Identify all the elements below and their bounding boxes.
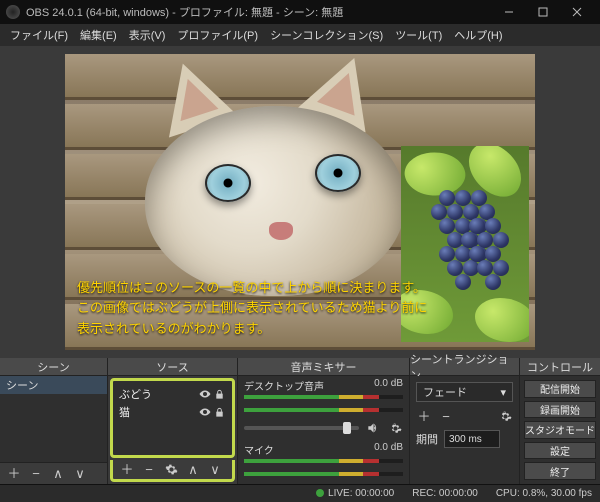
sources-panel: ソース ぶどう 猫 ＋ − ∧ ∨	[108, 358, 238, 484]
mixer-db: 0.0 dB	[374, 442, 403, 453]
transition-select[interactable]: フェード ▾	[416, 382, 513, 402]
lock-icon[interactable]	[213, 406, 226, 419]
controls-header: コントロール	[520, 358, 600, 376]
minimize-button[interactable]	[492, 0, 526, 24]
duration-input[interactable]	[444, 430, 500, 448]
mixer-panel: 音声ミキサー 0.0 dB デスクトップ音声 0.0 dB マイク	[238, 358, 410, 484]
menu-profile[interactable]: プロファイル(P)	[171, 25, 264, 45]
menubar: ファイル(F) 編集(E) 表示(V) プロファイル(P) シーンコレクション(…	[0, 24, 600, 46]
source-label: 猫	[119, 404, 196, 420]
menu-edit[interactable]: 編集(E)	[74, 25, 123, 45]
source-row[interactable]: 猫	[115, 403, 230, 421]
transitions-panel: シーントランジション フェード ▾ ＋ − 期間	[410, 358, 520, 484]
chevron-down-icon: ▾	[500, 386, 506, 399]
transition-remove-button[interactable]: −	[438, 408, 454, 424]
scene-add-button[interactable]: ＋	[6, 466, 22, 482]
status-cpu: CPU: 0.8%, 30.00 fps	[496, 488, 592, 499]
mixer-db: 0.0 dB	[374, 378, 403, 389]
source-row[interactable]: ぶどう	[115, 385, 230, 403]
scenes-panel: シーン シーン ＋ − ∧ ∨	[0, 358, 108, 484]
channel-gear-icon[interactable]	[387, 420, 403, 436]
speaker-icon[interactable]	[365, 420, 381, 436]
annotation-text: 優先順位はこのソースの一覧の中で上から順に決まります。 この画像ではぶどうが上側…	[77, 278, 427, 340]
preview-area: 優先順位はこのソースの一覧の中で上から順に決まります。 この画像ではぶどうが上側…	[0, 46, 600, 358]
menu-tools[interactable]: ツール(T)	[389, 25, 448, 45]
source-settings-button[interactable]	[163, 462, 179, 478]
titlebar: OBS 24.0.1 (64-bit, windows) - プロファイル: 無…	[0, 0, 600, 24]
status-rec: REC: 00:00:00	[412, 488, 478, 499]
volume-slider[interactable]	[244, 426, 359, 430]
studio-mode-button[interactable]: スタジオモード	[524, 421, 596, 439]
menu-scene-collection[interactable]: シーンコレクション(S)	[264, 25, 389, 45]
scene-item[interactable]: シーン	[0, 376, 107, 394]
window-title: OBS 24.0.1 (64-bit, windows) - プロファイル: 無…	[26, 4, 343, 20]
menu-file[interactable]: ファイル(F)	[4, 25, 74, 45]
close-button[interactable]	[560, 0, 594, 24]
visibility-icon[interactable]	[198, 388, 211, 401]
preview-canvas[interactable]: 優先順位はこのソースの一覧の中で上から順に決まります。 この画像ではぶどうが上側…	[65, 54, 535, 350]
source-down-button[interactable]: ∨	[207, 462, 223, 478]
transitions-header: シーントランジション	[410, 358, 519, 376]
transition-gear-icon[interactable]	[497, 408, 513, 424]
settings-button[interactable]: 設定	[524, 442, 596, 460]
exit-button[interactable]: 終了	[524, 462, 596, 480]
status-live: LIVE: 00:00:00	[328, 488, 394, 499]
scene-up-button[interactable]: ∧	[50, 466, 66, 482]
maximize-button[interactable]	[526, 0, 560, 24]
statusbar: LIVE: 00:00:00 REC: 00:00:00 CPU: 0.8%, …	[0, 484, 600, 502]
start-stream-button[interactable]: 配信開始	[524, 380, 596, 398]
controls-panel: コントロール 配信開始 録画開始 スタジオモード 設定 終了	[520, 358, 600, 484]
lock-icon[interactable]	[213, 388, 226, 401]
dock: シーン シーン ＋ − ∧ ∨ ソース ぶどう 猫	[0, 358, 600, 484]
scene-remove-button[interactable]: −	[28, 466, 44, 482]
duration-label: 期間	[416, 431, 438, 447]
menu-help[interactable]: ヘルプ(H)	[448, 25, 508, 45]
scenes-header: シーン	[0, 358, 107, 376]
live-status-dot	[316, 489, 324, 497]
visibility-icon[interactable]	[198, 406, 211, 419]
source-label: ぶどう	[119, 386, 196, 402]
source-up-button[interactable]: ∧	[185, 462, 201, 478]
source-add-button[interactable]: ＋	[119, 462, 135, 478]
start-record-button[interactable]: 録画開始	[524, 401, 596, 419]
obs-logo-icon	[6, 5, 20, 19]
sources-header: ソース	[108, 358, 237, 376]
mixer-header: 音声ミキサー	[238, 358, 409, 376]
source-remove-button[interactable]: −	[141, 462, 157, 478]
scene-down-button[interactable]: ∨	[72, 466, 88, 482]
transition-add-button[interactable]: ＋	[416, 408, 432, 424]
menu-view[interactable]: 表示(V)	[123, 25, 172, 45]
